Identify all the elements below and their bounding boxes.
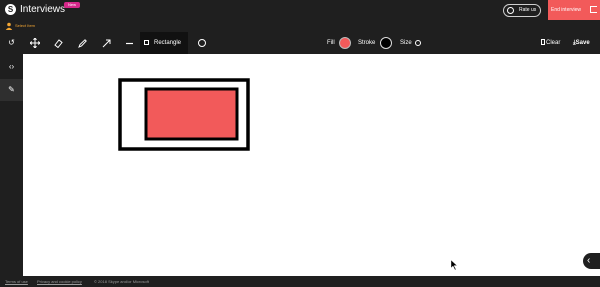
- new-badge: New: [64, 2, 81, 8]
- rectangle-label: Rectangle: [154, 40, 182, 46]
- draw-button[interactable]: ✎: [0, 79, 23, 101]
- inner-rectangle-shape[interactable]: [144, 87, 239, 141]
- select-user-icon[interactable]: [5, 22, 13, 30]
- app-window: S Interviews New Rate us End interview S…: [0, 0, 600, 287]
- chevron-left-icon: ‹: [587, 255, 591, 266]
- clear-button[interactable]: Clear: [541, 32, 560, 54]
- end-interview-button[interactable]: End interview: [548, 0, 600, 20]
- select-item-row: Select Item: [0, 20, 600, 32]
- end-interview-label: End interview: [551, 7, 582, 13]
- eraser-tool[interactable]: [48, 34, 68, 52]
- line-tool[interactable]: [119, 34, 139, 52]
- save-button[interactable]: ⤓Save: [573, 32, 590, 54]
- rate-us-button[interactable]: Rate us: [503, 4, 541, 17]
- exit-icon: [590, 6, 597, 13]
- drawing-canvas[interactable]: [23, 54, 600, 276]
- select-item-label[interactable]: Select Item: [15, 22, 35, 30]
- code-button[interactable]: ‹›: [0, 56, 23, 78]
- rate-us-label: Rate us: [519, 7, 537, 13]
- app-header: S Interviews New Rate us End interview: [0, 0, 600, 20]
- size-label: Size: [400, 40, 412, 46]
- collapse-panel-button[interactable]: ‹: [583, 253, 600, 269]
- fill-label: Fill: [327, 40, 335, 46]
- drawing-toolbar: Rectangle Fill Stroke Size Clear ⤓Save: [0, 32, 600, 54]
- app-title: Interviews: [20, 4, 66, 15]
- history-button[interactable]: ↺: [0, 32, 23, 54]
- circle-tool[interactable]: [198, 39, 206, 47]
- rectangle-tool[interactable]: Rectangle: [140, 32, 188, 54]
- canvas-drawing: [118, 78, 458, 271]
- arrow-icon: [102, 39, 110, 47]
- line-icon: [125, 42, 133, 44]
- terms-link[interactable]: Terms of use: [5, 278, 28, 285]
- pen-tool[interactable]: [72, 34, 92, 52]
- move-icon: [30, 38, 40, 48]
- move-tool[interactable]: [25, 34, 45, 52]
- copyright-text: © 2018 Skype and/or Microsoft: [94, 279, 149, 284]
- skype-logo-icon: S: [5, 4, 16, 15]
- privacy-link[interactable]: Privacy and cookie policy: [37, 278, 82, 285]
- brush-icon: ✎: [8, 85, 15, 94]
- stroke-label: Stroke: [358, 40, 376, 46]
- rectangle-icon: [144, 40, 149, 45]
- footer: Terms of use Privacy and cookie policy ©…: [0, 276, 600, 287]
- history-icon: ↺: [8, 38, 15, 47]
- fill-color-swatch[interactable]: [339, 37, 351, 49]
- left-sidebar: ↺ ‹› ✎: [0, 32, 23, 276]
- trash-icon: [541, 39, 545, 45]
- clear-label: Clear: [546, 40, 561, 46]
- arrow-tool[interactable]: [96, 34, 116, 52]
- eraser-icon: [53, 38, 63, 48]
- code-icon: ‹›: [8, 62, 15, 71]
- size-picker[interactable]: [415, 40, 421, 46]
- pen-icon: [77, 38, 87, 48]
- smiley-icon: [507, 7, 514, 14]
- save-label: Save: [575, 40, 590, 46]
- mouse-cursor-icon: [450, 259, 458, 271]
- stroke-color-swatch[interactable]: [380, 37, 392, 49]
